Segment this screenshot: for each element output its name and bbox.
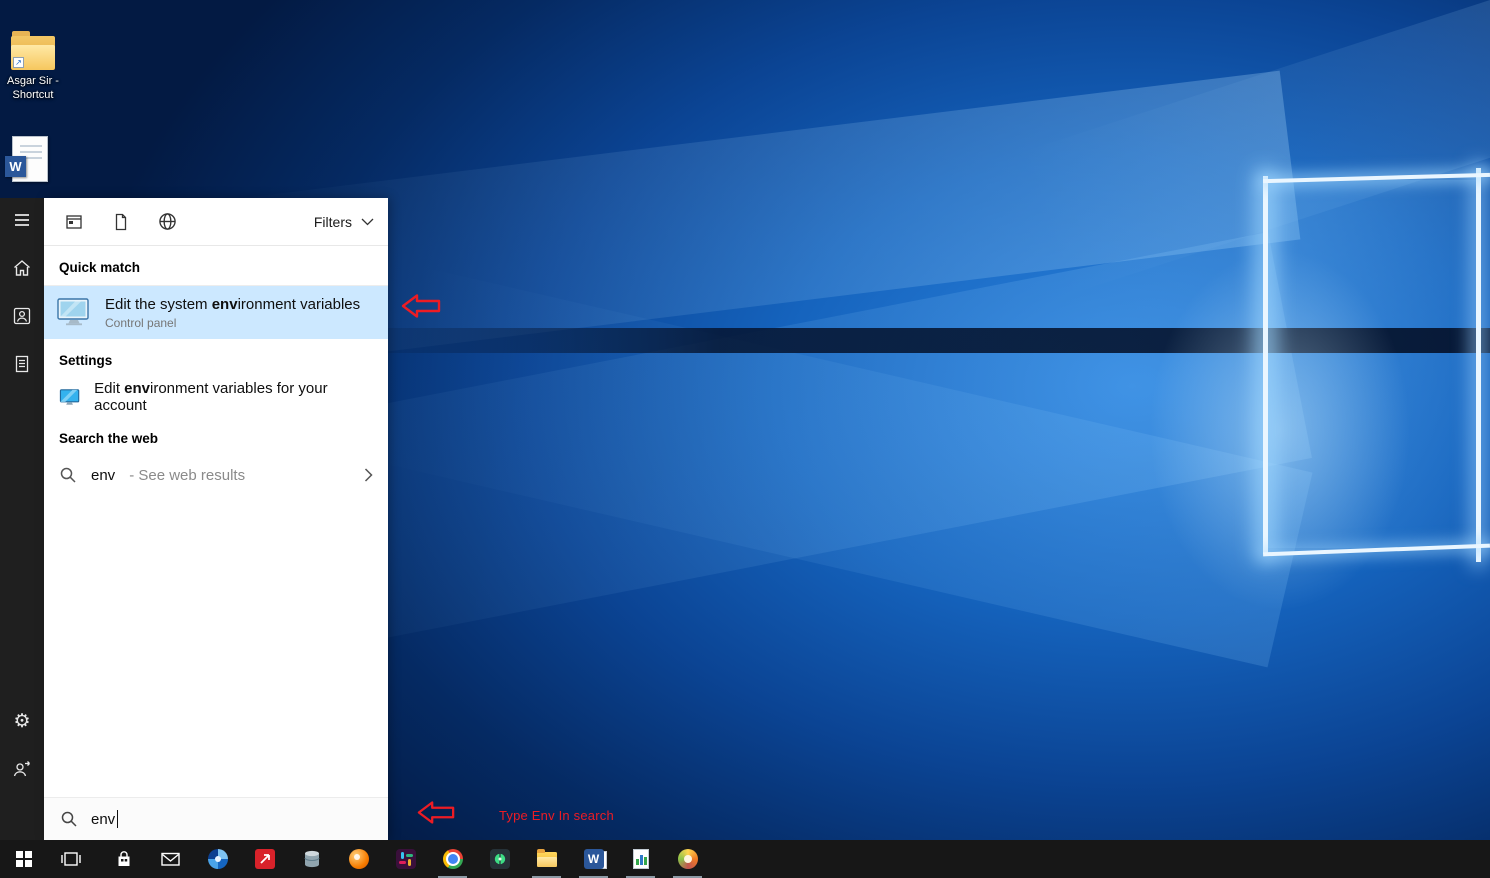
text-caret (117, 810, 118, 828)
document-icon[interactable] (0, 342, 44, 386)
result-see-web-results[interactable]: env - See web results (44, 455, 388, 495)
result-title: Edit the system environment variables (105, 296, 360, 313)
desktop-icon-word-document[interactable]: W (0, 136, 68, 182)
result-edit-system-environment-variables[interactable]: Edit the system environment variables Co… (44, 286, 388, 339)
taskbar-media-app[interactable] (664, 840, 711, 878)
start-button[interactable] (0, 840, 47, 878)
web-filter-icon[interactable] (144, 198, 191, 245)
hamburger-menu-icon[interactable] (0, 198, 44, 242)
search-input-value: env (91, 811, 115, 828)
orange-circle-icon (349, 849, 369, 869)
task-view-button[interactable] (47, 840, 94, 878)
search-icon (60, 810, 78, 828)
filters-label: Filters (314, 214, 352, 230)
desktop-icon-folder-shortcut[interactable]: ↗ Asgar Sir - Shortcut (0, 36, 71, 103)
switch-account-icon[interactable] (0, 747, 44, 791)
search-results: Quick match Edit the system environment … (44, 246, 388, 797)
taskbar-file-explorer-button[interactable] (523, 840, 570, 878)
wallpaper-light-line (1263, 176, 1268, 554)
apps-filter-icon[interactable] (50, 198, 97, 245)
shortcut-arrow-icon: ↗ (13, 57, 24, 68)
windows-logo-icon (16, 851, 32, 867)
settings-section-header: Settings (44, 339, 388, 377)
annotation-note: Type Env In search (499, 808, 614, 823)
start-rail: ⚙ (0, 198, 44, 840)
wallpaper-glow (1150, 250, 1410, 610)
documents-filter-icon[interactable] (97, 198, 144, 245)
wallpaper-light-line (1476, 168, 1481, 562)
chrome-icon (443, 849, 463, 869)
taskbar-word-button[interactable]: W (570, 840, 617, 878)
rail-spacer (0, 390, 44, 699)
media-swirl-icon (678, 849, 698, 869)
annotation-arrow-search-box (416, 799, 456, 831)
result-title: Edit environment variables for your acco… (94, 380, 373, 414)
taskbar-store-button[interactable] (100, 840, 147, 878)
blue-pinwheel-icon (208, 849, 228, 869)
search-input[interactable]: env (44, 797, 388, 840)
windows-desktop: ↗ Asgar Sir - Shortcut W ⚙ (0, 0, 1490, 878)
taskbar: W (0, 840, 1490, 878)
chart-document-icon (633, 849, 649, 869)
taskbar-chart-document-app[interactable] (617, 840, 664, 878)
folder-icon: ↗ (11, 36, 55, 70)
filters-button[interactable]: Filters (314, 214, 374, 230)
desktop-icon-label: Asgar Sir - Shortcut (0, 74, 71, 103)
contact-icon[interactable] (0, 294, 44, 338)
environment-variables-icon (59, 388, 80, 407)
search-icon (59, 466, 77, 484)
word-document-icon: W (12, 136, 48, 182)
taskbar-blue-pinwheel-app[interactable] (194, 840, 241, 878)
home-icon[interactable] (0, 246, 44, 290)
file-explorer-icon (537, 852, 557, 867)
taskbar-chrome-button[interactable] (429, 840, 476, 878)
word-icon: W (584, 849, 604, 869)
web-suffix: - See web results (129, 467, 245, 484)
settings-gear-icon[interactable]: ⚙ (0, 699, 44, 743)
annotation-arrow-quick-match (400, 292, 442, 325)
red-arrow-tile-icon (255, 849, 275, 869)
quick-match-header: Quick match (44, 246, 388, 286)
taskbar-slack-button[interactable] (382, 840, 429, 878)
taskbar-orange-circle-app[interactable] (335, 840, 382, 878)
taskbar-android-studio-button[interactable] (476, 840, 523, 878)
taskbar-mail-button[interactable] (147, 840, 194, 878)
chevron-right-icon[interactable] (364, 468, 373, 482)
result-subtitle: Control panel (105, 316, 360, 330)
web-query: env (91, 467, 115, 484)
result-edit-environment-variables-account[interactable]: Edit environment variables for your acco… (44, 377, 388, 417)
taskbar-red-arrow-app[interactable] (241, 840, 288, 878)
system-properties-icon (56, 297, 92, 328)
web-section-header: Search the web (44, 417, 388, 455)
taskbar-database-app[interactable] (288, 840, 335, 878)
search-filter-tabs: Filters (44, 198, 388, 246)
chevron-down-icon (361, 218, 374, 226)
search-flyout: Filters Quick match Edit the system envi… (44, 198, 388, 840)
